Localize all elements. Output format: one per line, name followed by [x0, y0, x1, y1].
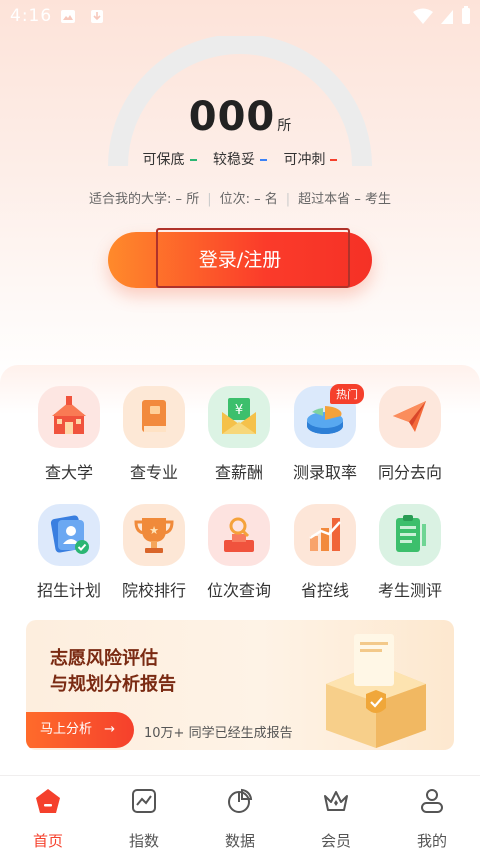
grid-label-rank-query: 位次查询	[206, 581, 271, 600]
download-notification-icon	[91, 10, 103, 23]
tier-stable: 较稳妥	[213, 152, 267, 168]
tab-profile[interactable]: 我的	[384, 786, 480, 851]
banner-title: 志愿风险评估 与规划分析报告	[50, 648, 176, 695]
grid-label-enrollment-plan: 招生计划	[36, 581, 101, 600]
tab-index[interactable]: 指数	[96, 786, 192, 851]
arrow-right-icon: →	[104, 722, 116, 737]
grid-item-admission-rate[interactable]: 热门 测录取率	[280, 384, 370, 483]
tab-member-label: 会员	[320, 832, 351, 850]
admission-rate-pie-icon: 热门	[294, 384, 364, 448]
grid-item-rank-query[interactable]: 位次查询	[194, 504, 284, 601]
grid-item-major[interactable]: 查专业	[109, 386, 199, 483]
tier-reach: 可冲刺	[283, 152, 338, 168]
member-crown-icon	[324, 791, 348, 811]
assessment-clipboard-icon	[379, 504, 441, 566]
tab-data-label: 数据	[224, 832, 255, 850]
status-time: 4:16	[10, 6, 53, 26]
hot-badge: 热门	[330, 384, 364, 404]
grid-label-school-ranking: 院校排行	[121, 581, 186, 600]
gauge-value: 000 所	[0, 94, 480, 140]
grid-item-school-ranking[interactable]: ★ 院校排行	[109, 504, 199, 601]
report-box-illustration	[326, 634, 426, 748]
grid-label-admission-rate: 测录取率	[292, 463, 357, 482]
grid-item-province-line[interactable]: 省控线	[280, 504, 370, 601]
signal-icon	[441, 10, 453, 24]
profile-icon	[421, 789, 443, 813]
grid-label-same-score: 同分去向	[377, 463, 442, 482]
home-icon	[36, 789, 60, 813]
wifi-icon	[413, 8, 433, 24]
grid-item-enrollment-plan[interactable]: 招生计划	[24, 504, 114, 601]
rank-search-icon	[208, 504, 270, 566]
suitable-label: 适合我的大学:	[89, 192, 172, 207]
status-bar: 4:16	[0, 0, 480, 34]
grid-item-assessment[interactable]: 考生测评	[365, 504, 455, 601]
tier-stable-dash	[260, 159, 267, 161]
rank-value: –	[254, 192, 261, 207]
focus-highlight	[156, 228, 350, 288]
tab-home-label: 首页	[32, 832, 63, 850]
trophy-icon: ★	[123, 504, 185, 566]
gauge-unit: 所	[277, 118, 292, 134]
suitable-value: –	[175, 192, 183, 207]
tab-member[interactable]: 会员	[288, 786, 384, 851]
bottom-tab-bar: 首页 指数 数据 会员 我的	[0, 775, 480, 854]
tab-index-label: 指数	[128, 832, 159, 850]
beyond-label: 超过本省	[298, 192, 351, 207]
gauge-number: 000	[188, 94, 276, 140]
beyond-unit: 考生	[364, 192, 391, 207]
tab-data[interactable]: 数据	[192, 786, 288, 851]
tier-safe: 可保底	[143, 152, 197, 168]
grid-item-university[interactable]: 查大学	[24, 386, 114, 483]
major-book-icon	[123, 386, 185, 448]
rank-label: 位次:	[219, 192, 250, 207]
stats-row: 适合我的大学: – 所 | 位次: – 名 | 超过本省 – 考生	[89, 192, 391, 207]
grid-item-same-score[interactable]: 同分去向	[365, 386, 455, 483]
tier-reach-dash	[330, 159, 338, 161]
tab-home[interactable]: 首页	[0, 786, 96, 851]
login-register-button[interactable]: 登录/注册	[108, 228, 372, 288]
grid-label-province-line: 省控线	[300, 581, 349, 600]
beyond-value: –	[354, 192, 361, 207]
report-count-note: 10万+ 同学已经生成报告	[144, 726, 293, 741]
grid-label-salary: 查薪酬	[214, 463, 263, 482]
rank-unit: 名	[264, 192, 278, 207]
risk-report-banner[interactable]: 志愿风险评估 与规划分析报告 马上分析 → 10万+ 同学已经生成报告	[26, 620, 454, 750]
analyze-now-button[interactable]: 马上分析 →	[26, 712, 134, 748]
paper-plane-icon	[379, 386, 441, 448]
province-line-chart-icon	[294, 504, 356, 566]
data-pie-icon	[228, 788, 253, 813]
svg-text:¥: ¥	[235, 403, 243, 418]
grid-label-assessment: 考生测评	[377, 581, 442, 600]
enrollment-plan-icon	[38, 504, 100, 566]
grid-label-major: 查专业	[129, 463, 178, 482]
grid-label-university: 查大学	[44, 463, 93, 482]
tab-profile-label: 我的	[416, 832, 447, 850]
image-notification-icon	[61, 10, 75, 23]
index-chart-icon	[132, 789, 156, 813]
grid-item-salary[interactable]: ¥ 查薪酬	[194, 386, 284, 483]
tier-safe-dash	[189, 159, 197, 161]
svg-text:★: ★	[149, 524, 159, 537]
battery-icon	[462, 6, 470, 24]
analyze-now-label: 马上分析	[40, 722, 93, 737]
suitable-unit: 所	[186, 192, 200, 207]
university-icon	[38, 386, 100, 448]
tier-legend: 可保底 较稳妥 可冲刺	[0, 149, 480, 169]
salary-envelope-icon: ¥	[208, 386, 270, 448]
